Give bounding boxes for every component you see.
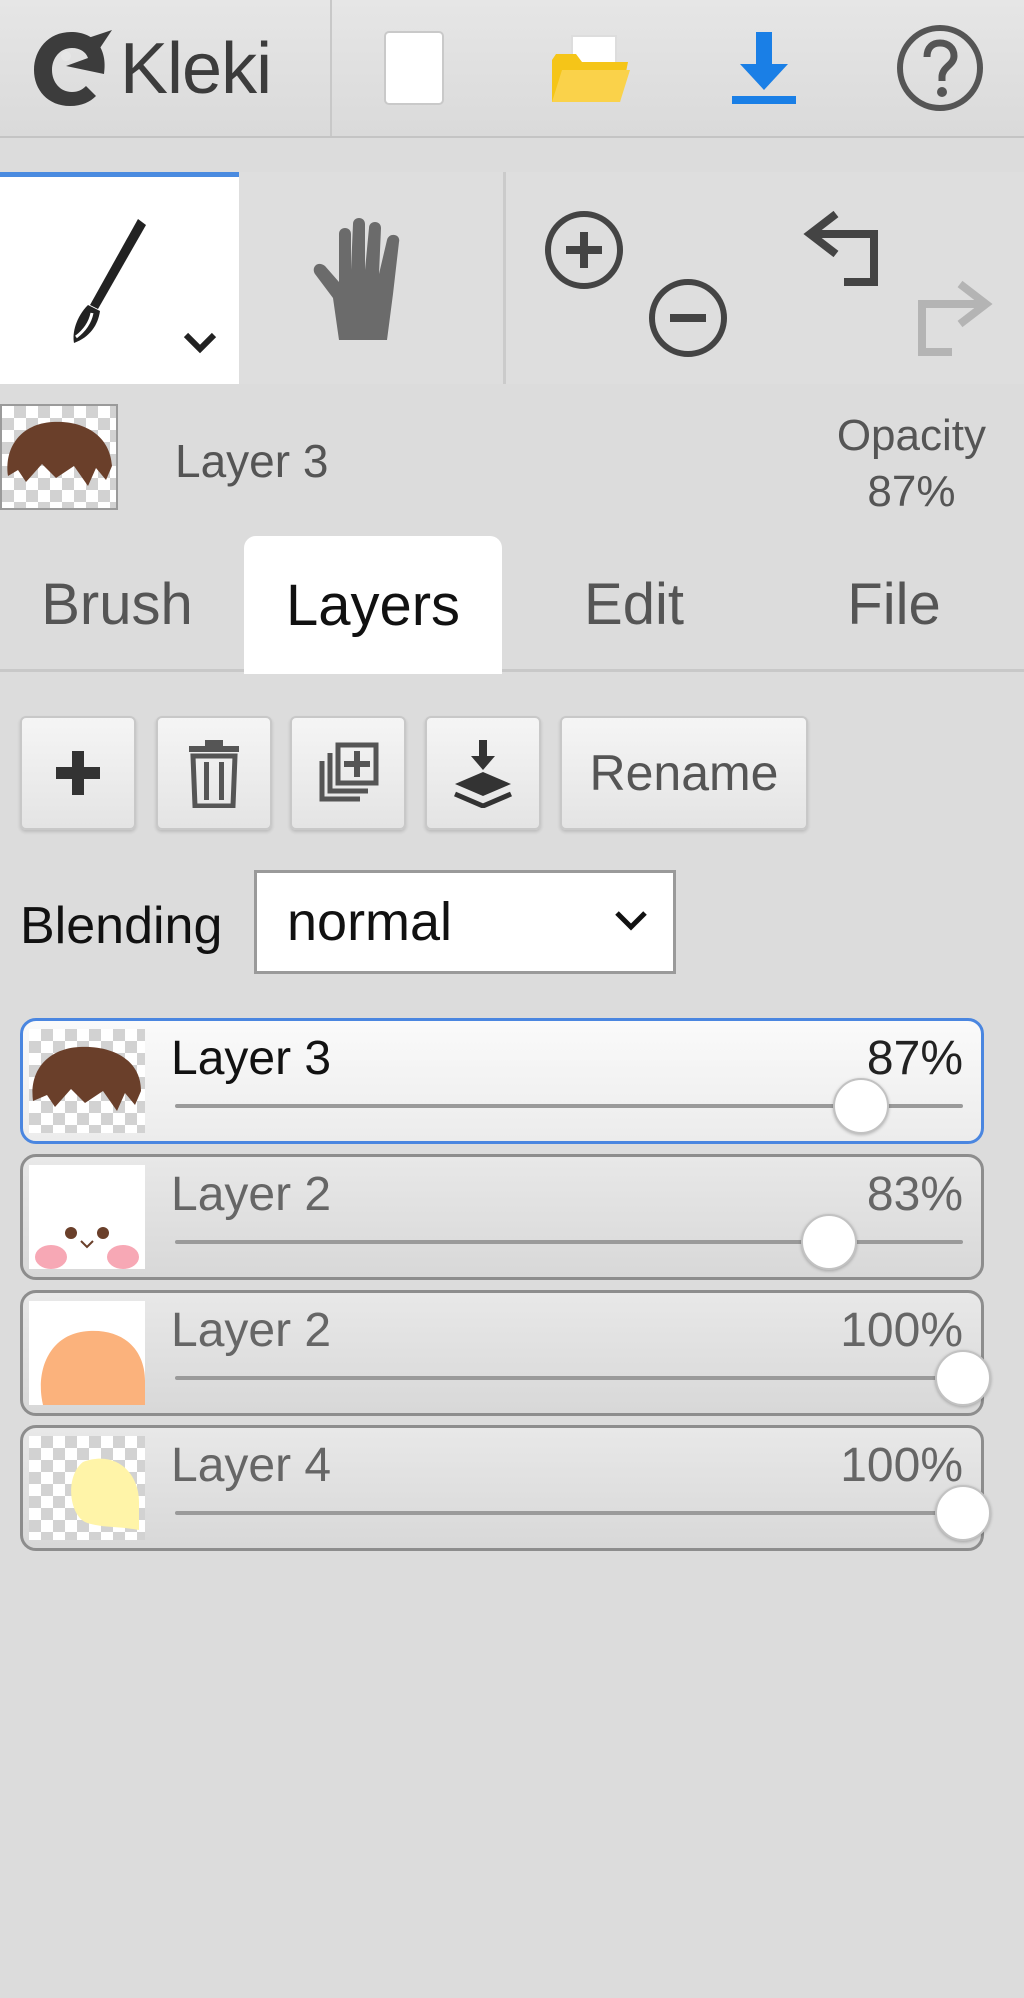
face-thumbnail-icon [35, 1227, 139, 1269]
layer-item[interactable]: Layer 4 100% [20, 1425, 991, 1551]
tab-brush[interactable]: Brush [0, 536, 234, 672]
rename-layer-button[interactable]: Rename [560, 716, 808, 830]
current-layer-info: Layer 3 Opacity 87% [0, 384, 1024, 534]
duplicate-layer-icon [319, 742, 379, 802]
skin-thumbnail-icon [40, 1330, 145, 1405]
layer-item[interactable]: Layer 3 87% [20, 1018, 984, 1144]
layer-item[interactable]: Layer 2 83% [20, 1154, 984, 1280]
layer-thumbnail [29, 1301, 145, 1405]
kleki-bird-icon [34, 30, 112, 106]
hair-thumbnail-icon [7, 421, 112, 486]
blending-select[interactable]: normal [254, 870, 676, 974]
tool-divider [503, 172, 506, 384]
tool-row [0, 172, 1024, 384]
delete-layer-icon [189, 740, 239, 808]
tab-layers[interactable]: Layers [244, 536, 502, 674]
layer-opacity-slider[interactable] [175, 1214, 963, 1270]
help-button[interactable] [892, 20, 988, 116]
layer-opacity-percent: 87% [866, 1032, 963, 1085]
hair-thumbnail-icon [32, 1046, 141, 1111]
layer-opacity-slider[interactable] [175, 1485, 991, 1541]
layer-name: Layer 4 [171, 1439, 332, 1492]
layer-name: Layer 2 [171, 1168, 332, 1221]
layer-thumbnail [29, 1436, 145, 1540]
undo-icon[interactable] [800, 208, 890, 288]
panel-tabs: Brush Layers Edit File [0, 536, 1024, 674]
blending-label: Blending [20, 897, 223, 955]
layer-opacity-percent: 83% [866, 1168, 963, 1221]
layer-thumbnail [29, 1029, 145, 1133]
redo-icon[interactable] [906, 278, 996, 358]
opacity-label: Opacity [836, 411, 986, 460]
layer-name: Layer 3 [171, 1032, 332, 1085]
current-layer-name: Layer 3 [175, 435, 329, 487]
rename-label: Rename [589, 745, 779, 801]
layer-opacity-percent: 100% [840, 1439, 963, 1492]
zoom-in-icon[interactable] [542, 208, 626, 292]
layer-thumbnail [29, 1165, 145, 1269]
layer-item[interactable]: Layer 2 100% [20, 1290, 991, 1416]
tab-edit[interactable]: Edit [520, 536, 748, 672]
zoom-out-icon[interactable] [646, 276, 730, 360]
layer-opacity-slider[interactable] [175, 1350, 991, 1406]
hand-tool-icon [313, 218, 400, 340]
chevron-down-icon [615, 911, 647, 931]
kleki-logo[interactable]: Kleki [26, 24, 272, 114]
slider-thumb[interactable] [935, 1485, 991, 1541]
new-image-icon [384, 31, 444, 105]
open-image-button[interactable] [542, 20, 638, 116]
add-layer-icon [56, 751, 100, 795]
brush-tool-button[interactable] [0, 172, 239, 384]
layer-opacity-percent: 100% [840, 1304, 963, 1357]
slider-thumb[interactable] [935, 1350, 991, 1406]
layer-opacity-slider[interactable] [175, 1078, 963, 1134]
logo-text: Kleki [120, 29, 272, 109]
hand-tool-button[interactable] [239, 172, 503, 384]
help-icon [897, 25, 983, 111]
opacity-value: 87% [867, 467, 956, 516]
slider-thumb[interactable] [801, 1214, 858, 1270]
brush-tool-icon [73, 219, 146, 343]
tab-file[interactable]: File [780, 536, 1008, 672]
new-image-button[interactable] [366, 20, 462, 116]
add-layer-button[interactable] [20, 716, 136, 830]
chevron-down-icon[interactable] [180, 329, 220, 357]
download-icon [732, 32, 796, 104]
merge-down-icon [454, 740, 512, 808]
toolbar-divider [330, 0, 332, 136]
open-folder-icon [552, 35, 630, 102]
save-download-button[interactable] [716, 20, 812, 116]
current-layer-opacity: Opacity 87% [837, 408, 986, 520]
yellow-shape-thumbnail-icon [71, 1458, 139, 1530]
current-layer-thumbnail [0, 404, 118, 510]
slider-thumb[interactable] [832, 1078, 889, 1134]
delete-layer-button[interactable] [156, 716, 272, 830]
blending-value: normal [287, 892, 453, 952]
merge-down-button[interactable] [425, 716, 541, 830]
top-toolbar: Kleki [0, 0, 1024, 138]
layer-name: Layer 2 [171, 1304, 332, 1357]
duplicate-layer-button[interactable] [290, 716, 406, 830]
